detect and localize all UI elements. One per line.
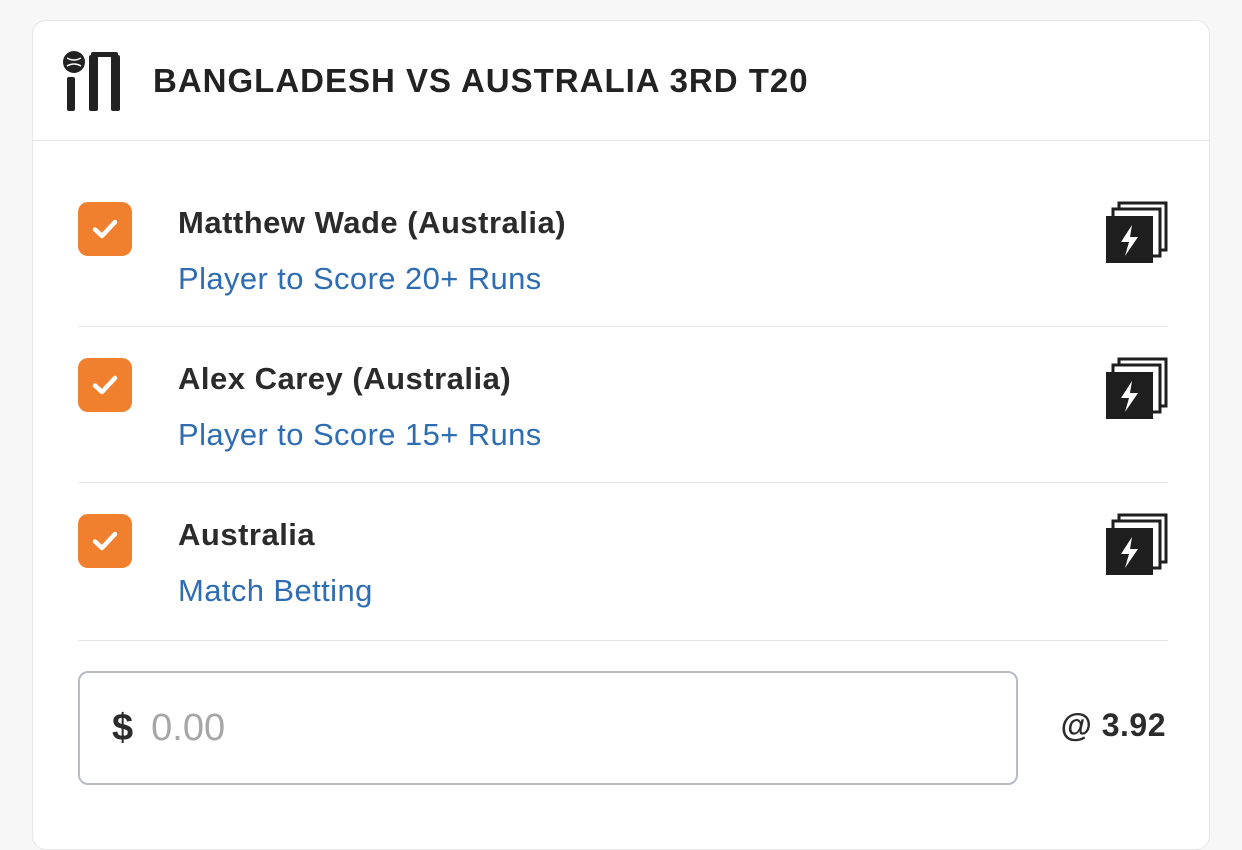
bet-slip-card: BANGLADESH VS AUSTRALIA 3RD T20 Matthew … — [32, 20, 1210, 850]
checkmark-icon — [92, 531, 118, 551]
leg-checkbox[interactable] — [78, 358, 132, 412]
leg-checkbox[interactable] — [78, 202, 132, 256]
event-header: BANGLADESH VS AUSTRALIA 3RD T20 — [33, 21, 1209, 141]
cricket-icon — [63, 50, 120, 111]
stake-field[interactable]: $ — [78, 671, 1018, 785]
combined-odds: @ 3.92 — [1060, 707, 1166, 743]
bet-leg: Alex Carey (Australia) Player to Score 1… — [78, 327, 1168, 483]
leg-market-link[interactable]: Player to Score 20+ Runs — [178, 261, 542, 297]
checkmark-icon — [92, 375, 118, 395]
leg-selection: Alex Carey (Australia) — [178, 361, 512, 396]
leg-selection: Matthew Wade (Australia) — [178, 205, 567, 240]
checkmark-icon — [92, 219, 118, 239]
leg-market-link[interactable]: Player to Score 15+ Runs — [178, 417, 542, 453]
stake-row: $ @ 3.92 — [78, 671, 1168, 787]
same-game-multi-icon[interactable] — [1106, 513, 1168, 575]
leg-checkbox[interactable] — [78, 514, 132, 568]
event-title: BANGLADESH VS AUSTRALIA 3RD T20 — [153, 61, 809, 99]
same-game-multi-icon[interactable] — [1106, 201, 1168, 263]
stake-input[interactable] — [151, 706, 852, 750]
bet-leg: Australia Match Betting — [78, 483, 1168, 641]
bet-legs-list: Matthew Wade (Australia) Player to Score… — [78, 171, 1168, 641]
bet-leg: Matthew Wade (Australia) Player to Score… — [78, 171, 1168, 327]
same-game-multi-icon[interactable] — [1106, 357, 1168, 419]
leg-selection: Australia — [178, 517, 316, 552]
leg-market-link[interactable]: Match Betting — [178, 573, 373, 609]
currency-symbol: $ — [112, 706, 134, 749]
